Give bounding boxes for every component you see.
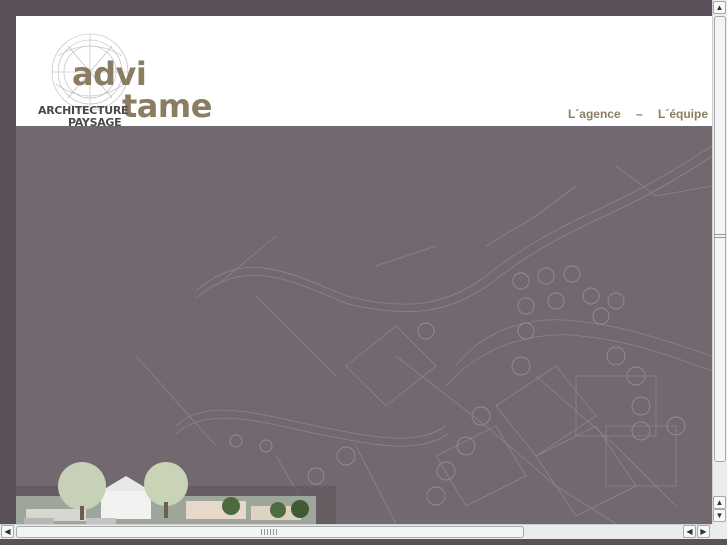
window-frame-top [0, 0, 712, 16]
window-frame-bottom [0, 539, 727, 545]
site-plan-illustration [16, 145, 712, 524]
arrow-right-icon[interactable]: ▶ [697, 525, 710, 538]
nav-separator: – [635, 107, 643, 121]
advitame-logo[interactable]: advi tame ARCHITECTURE PAYSAGE [38, 26, 218, 129]
arrow-up-icon[interactable]: ▲ [713, 1, 726, 14]
scrollbar-corner [712, 524, 727, 539]
grip-icon [261, 529, 277, 535]
logo-word-tame: tame [122, 87, 212, 125]
grip-icon [714, 234, 726, 240]
arrow-left-icon[interactable]: ◀ [1, 525, 14, 538]
arrow-left-icon[interactable]: ◀ [683, 525, 696, 538]
logo-word-advi: advi [72, 55, 147, 93]
site-header: advi tame ARCHITECTURE PAYSAGE L´agence … [16, 16, 712, 129]
nav-link-agence[interactable]: L´agence [568, 107, 621, 121]
arrow-down-icon[interactable]: ▼ [713, 509, 726, 522]
vertical-scrollbar[interactable]: ▲ ▲ ▼ [712, 0, 727, 524]
nav-link-equipe[interactable]: L´équipe [658, 107, 708, 121]
page-viewport: advi tame ARCHITECTURE PAYSAGE L´agence … [16, 16, 712, 524]
main-nav: L´agence – L´équipe [556, 107, 708, 121]
vertical-scroll-thumb[interactable] [714, 16, 726, 462]
horizontal-scroll-thumb[interactable] [16, 526, 524, 538]
horizontal-scrollbar[interactable]: ◀ ◀ ▶ [0, 524, 712, 539]
arrow-up-icon[interactable]: ▲ [713, 496, 726, 509]
